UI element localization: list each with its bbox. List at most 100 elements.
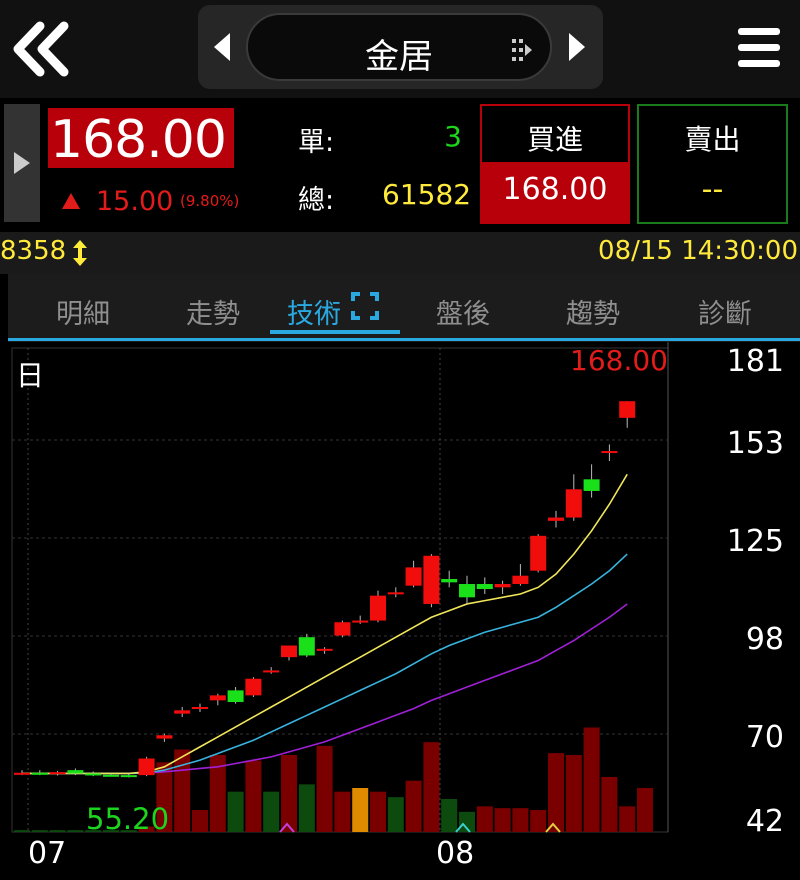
buy-price-box: 168.00 (482, 162, 628, 222)
volume-bar (316, 745, 333, 832)
last-price-box: 168.00 (48, 108, 234, 170)
drag-handle-icon[interactable] (512, 39, 532, 61)
candle-body (565, 489, 582, 518)
chart-last-price: 168.00 (570, 344, 668, 377)
total-volume-value: 61582 (382, 178, 472, 211)
candle-body (209, 695, 226, 701)
buy-button[interactable]: 買進 168.00 (480, 104, 630, 224)
up-triangle-icon (62, 193, 80, 209)
volume-value: 8358 (0, 236, 67, 266)
tab-diagnosis[interactable]: 診斷 (680, 292, 770, 331)
tab-divider (8, 338, 800, 341)
candle-body (583, 479, 600, 491)
volume-bar (565, 755, 582, 832)
volume-bar (245, 760, 262, 832)
price-change: 15.00 (96, 186, 174, 217)
stock-selector: 金居 (198, 5, 603, 89)
volume-bar (14, 830, 30, 832)
tab-details[interactable]: 明細 (38, 292, 128, 331)
x-tick-label: 07 (28, 836, 67, 871)
expand-quote-button[interactable] (4, 104, 40, 222)
candle-body (334, 622, 351, 636)
ma-short-line (22, 473, 628, 775)
single-volume-value: 3 (444, 120, 462, 153)
menu-button[interactable] (736, 24, 782, 72)
sell-button[interactable]: 賣出 -- (637, 104, 788, 224)
candle-body (352, 620, 369, 623)
volume-bar (352, 788, 369, 832)
volume-bar (619, 806, 636, 832)
candle-body (192, 706, 208, 709)
candle-body (405, 567, 422, 586)
y-tick-label: 42 (745, 804, 784, 839)
info-row: 8358 08/15 14:30:00 (0, 232, 800, 274)
expand-icon[interactable] (351, 292, 379, 320)
volume-bar (583, 727, 600, 832)
candle-body (494, 584, 511, 588)
y-tick-label: 125 (726, 524, 784, 559)
candle-body (512, 575, 529, 585)
candle-body (298, 637, 315, 656)
tab-bar: 明細 走勢 技術 盤後 趨勢 診斷 (8, 274, 800, 342)
stock-name: 金居 (365, 37, 433, 77)
candle-body (476, 584, 493, 589)
candle-body (120, 775, 137, 778)
period-label[interactable]: 日 (16, 354, 44, 394)
y-tick-label: 181 (726, 344, 784, 379)
volume-bar (174, 749, 191, 832)
buy-price: 168.00 (502, 172, 608, 207)
candle-body (227, 690, 244, 703)
candle-body (548, 517, 564, 521)
up-down-arrows-icon (73, 240, 87, 266)
last-price: 168.00 (50, 110, 227, 170)
candlestick-chart[interactable] (0, 342, 800, 880)
total-volume-label: 總: (298, 185, 335, 216)
candle-body (67, 770, 84, 774)
y-tick-label: 70 (745, 720, 784, 755)
tab-trend[interactable]: 趨勢 (548, 292, 638, 331)
volume-bar (476, 806, 493, 832)
back-button[interactable] (8, 18, 74, 80)
candle-body (441, 579, 458, 583)
volume-bar (441, 799, 458, 832)
quote-datetime: 08/15 14:30:00 (598, 236, 798, 266)
sell-label: 賣出 (684, 123, 741, 156)
volume-bar (192, 810, 208, 832)
next-stock-button[interactable] (565, 31, 589, 63)
single-volume-label: 單: (298, 127, 335, 158)
candle-body (85, 773, 102, 776)
volume-bar (548, 753, 564, 832)
volume-bar (405, 780, 422, 832)
double-chevron-left-icon (13, 21, 69, 77)
volume-bar (601, 777, 618, 832)
volume-bar (387, 797, 404, 832)
candle-body (281, 645, 297, 658)
price-change-percent: (9.80%) (180, 192, 240, 210)
volume-bar (49, 830, 66, 832)
candle-body (370, 595, 386, 621)
volume-bar (512, 808, 529, 832)
volume-bar (423, 742, 440, 832)
tab-after-hours[interactable]: 盤後 (418, 292, 508, 331)
volume-bar (370, 791, 386, 832)
candle-body (156, 735, 173, 739)
previous-stock-button[interactable] (210, 31, 234, 63)
volume-bar (67, 830, 84, 832)
triangle-right-icon (569, 33, 585, 61)
technical-chart[interactable]: 日 168.00 181 153 125 98 70 42 55.20 07 0… (0, 342, 800, 880)
candle-body (138, 758, 155, 776)
candle-body (459, 584, 475, 598)
candle-body (31, 772, 48, 775)
top-bar: 金居 (0, 0, 800, 98)
y-tick-label: 153 (726, 426, 784, 461)
tab-intraday[interactable]: 走勢 (168, 292, 258, 331)
ma-mid-line (22, 553, 628, 775)
triangle-right-icon (14, 152, 30, 174)
volume-bar (227, 791, 244, 832)
candle-body (245, 678, 262, 696)
stock-name-pill[interactable]: 金居 (246, 13, 552, 81)
volume-bar (637, 788, 653, 832)
candle-body (263, 670, 280, 673)
tab-technical[interactable]: 技術 (274, 292, 354, 331)
triangle-left-icon (214, 33, 230, 61)
